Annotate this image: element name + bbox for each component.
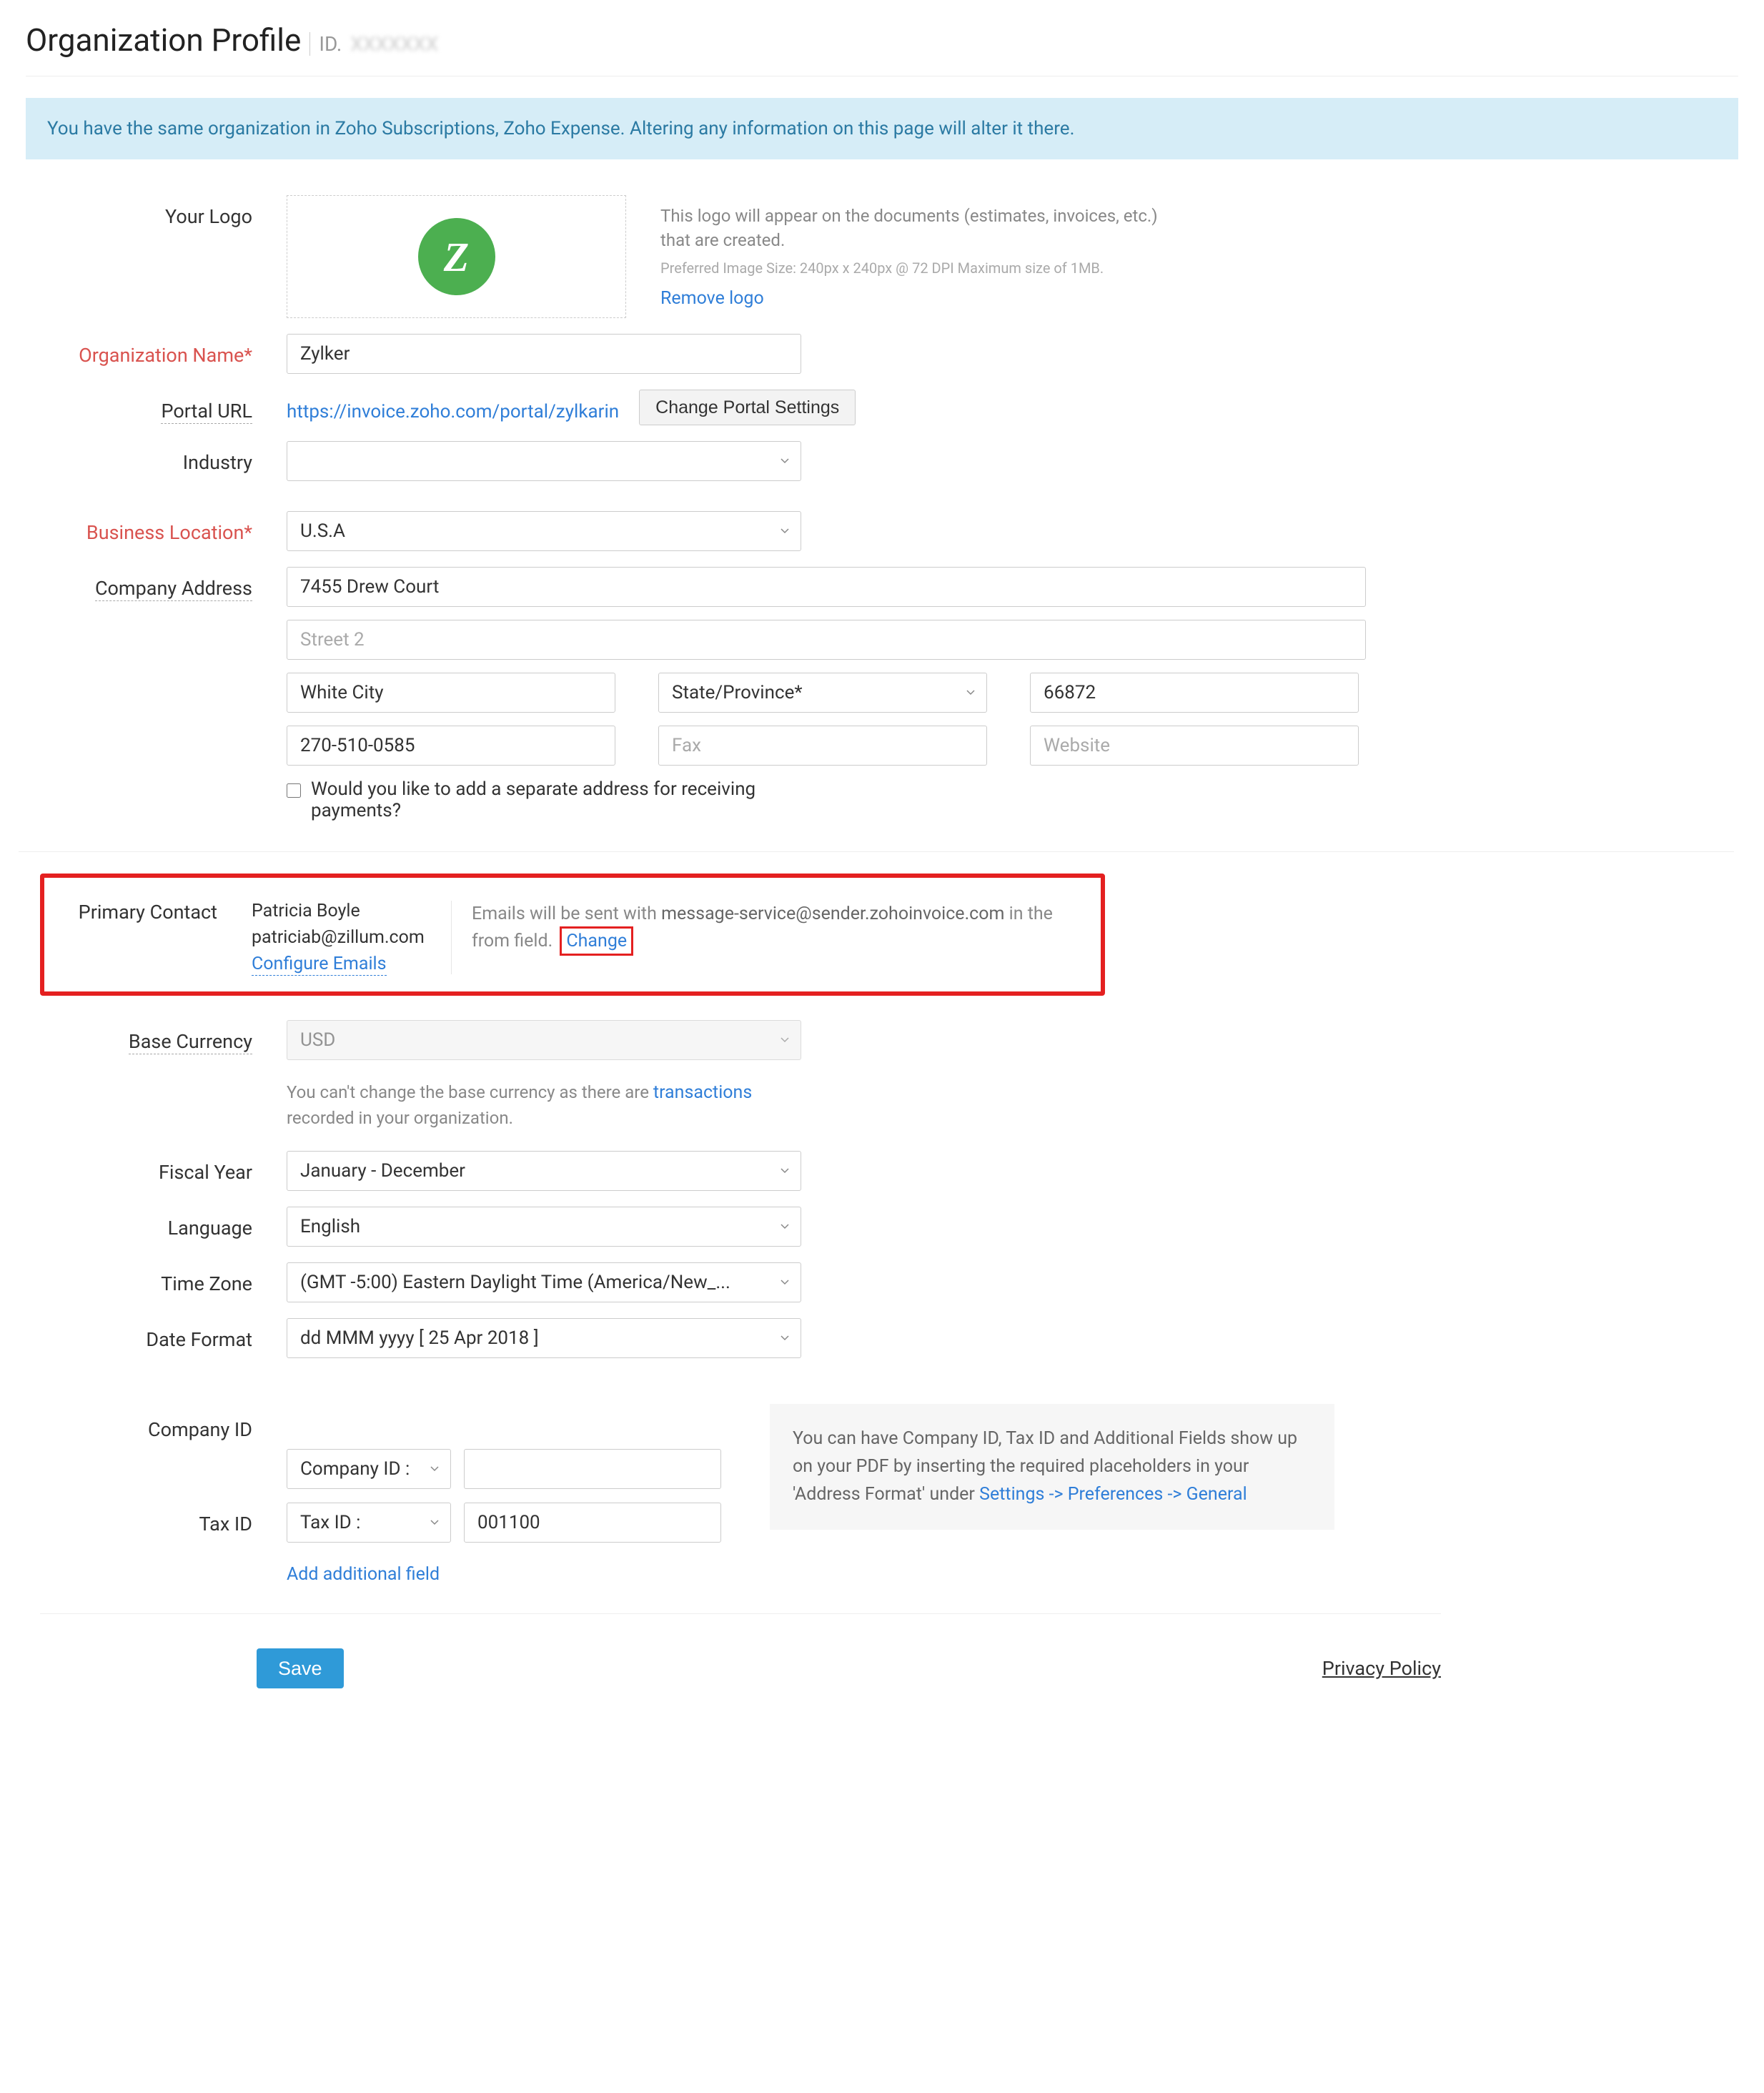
base-currency-select: USD	[287, 1020, 801, 1060]
change-portal-button[interactable]: Change Portal Settings	[639, 390, 856, 425]
city-input[interactable]	[287, 673, 615, 713]
street2-input[interactable]	[287, 620, 1366, 660]
logo-label: Your Logo	[40, 195, 287, 228]
transactions-link[interactable]: transactions	[653, 1082, 752, 1103]
org-id-value: XXXXXXX	[350, 32, 438, 56]
state-select[interactable]: State/Province*	[658, 673, 987, 713]
logo-upload-area[interactable]: Z	[287, 195, 626, 318]
date-format-select[interactable]: dd MMM yyyy [ 25 Apr 2018 ]	[287, 1318, 801, 1358]
separate-address-checkbox-row[interactable]: Would you like to add a separate address…	[287, 778, 801, 821]
portal-url-label: Portal URL	[40, 390, 287, 422]
logo-size-hint: Preferred Image Size: 240px x 240px @ 72…	[660, 259, 1168, 277]
base-currency-label: Base Currency	[40, 1020, 287, 1053]
primary-contact-box: Primary Contact Patricia Boyle patriciab…	[40, 874, 1105, 996]
fiscal-year-label: Fiscal Year	[40, 1151, 287, 1184]
privacy-policy-link[interactable]: Privacy Policy	[1322, 1657, 1441, 1680]
time-zone-select[interactable]: (GMT -5:00) Eastern Daylight Time (Ameri…	[287, 1262, 801, 1302]
business-location-label: Business Location*	[40, 511, 287, 544]
tax-id-label: Tax ID	[40, 1503, 287, 1535]
configure-emails-link[interactable]: Configure Emails	[252, 954, 387, 976]
business-location-select[interactable]: U.S.A	[287, 511, 801, 551]
fax-input[interactable]	[658, 726, 987, 766]
cross-app-notice: You have the same organization in Zoho S…	[26, 98, 1738, 159]
org-name-label: Organization Name*	[40, 334, 287, 367]
base-currency-note: You can't change the base currency as th…	[287, 1080, 801, 1131]
org-name-input[interactable]	[287, 334, 801, 374]
website-input[interactable]	[1030, 726, 1359, 766]
settings-preferences-link[interactable]: Settings -> Preferences -> General	[979, 1484, 1247, 1505]
remove-logo-link[interactable]: Remove logo	[660, 288, 764, 309]
fiscal-year-select[interactable]: January - December	[287, 1151, 801, 1191]
primary-contact-email: patriciab@zillum.com	[252, 927, 438, 948]
tax-id-input[interactable]	[464, 1503, 721, 1543]
street1-input[interactable]	[287, 567, 1366, 607]
page-header: Organization Profile ID. XXXXXXX	[26, 21, 1738, 76]
tax-id-type-select[interactable]: Tax ID :	[287, 1503, 451, 1543]
footer-divider	[40, 1613, 1441, 1614]
time-zone-label: Time Zone	[40, 1262, 287, 1295]
add-additional-field-link[interactable]: Add additional field	[287, 1564, 440, 1585]
org-id-label: ID.	[309, 32, 342, 56]
industry-select[interactable]	[287, 441, 801, 481]
primary-contact-name: Patricia Boyle	[252, 901, 438, 921]
portal-url-value: https://invoice.zoho.com/portal/zylkarin	[287, 392, 619, 422]
separate-address-label: Would you like to add a separate address…	[311, 778, 801, 821]
primary-contact-message: Emails will be sent with message-service…	[452, 901, 1086, 954]
language-label: Language	[40, 1207, 287, 1240]
language-select[interactable]: English	[287, 1207, 801, 1247]
company-id-input[interactable]	[464, 1449, 721, 1489]
phone-input[interactable]	[287, 726, 615, 766]
page-title: Organization Profile	[26, 21, 301, 59]
change-sender-link[interactable]: Change	[560, 926, 633, 956]
company-id-type-select[interactable]: Company ID :	[287, 1449, 451, 1489]
company-id-label: Company ID	[40, 1408, 287, 1441]
section-divider	[19, 851, 1734, 852]
save-button[interactable]: Save	[257, 1648, 344, 1688]
date-format-label: Date Format	[40, 1318, 287, 1351]
logo-row: Your Logo Z This logo will appear on the…	[40, 195, 1441, 318]
company-address-label: Company Address	[40, 567, 287, 600]
logo-description: This logo will appear on the documents (…	[660, 204, 1168, 252]
primary-contact-label: Primary Contact	[59, 901, 252, 924]
separate-address-checkbox[interactable]	[287, 783, 301, 798]
logo-preview: Z	[418, 218, 495, 295]
industry-label: Industry	[40, 441, 287, 474]
zip-input[interactable]	[1030, 673, 1359, 713]
